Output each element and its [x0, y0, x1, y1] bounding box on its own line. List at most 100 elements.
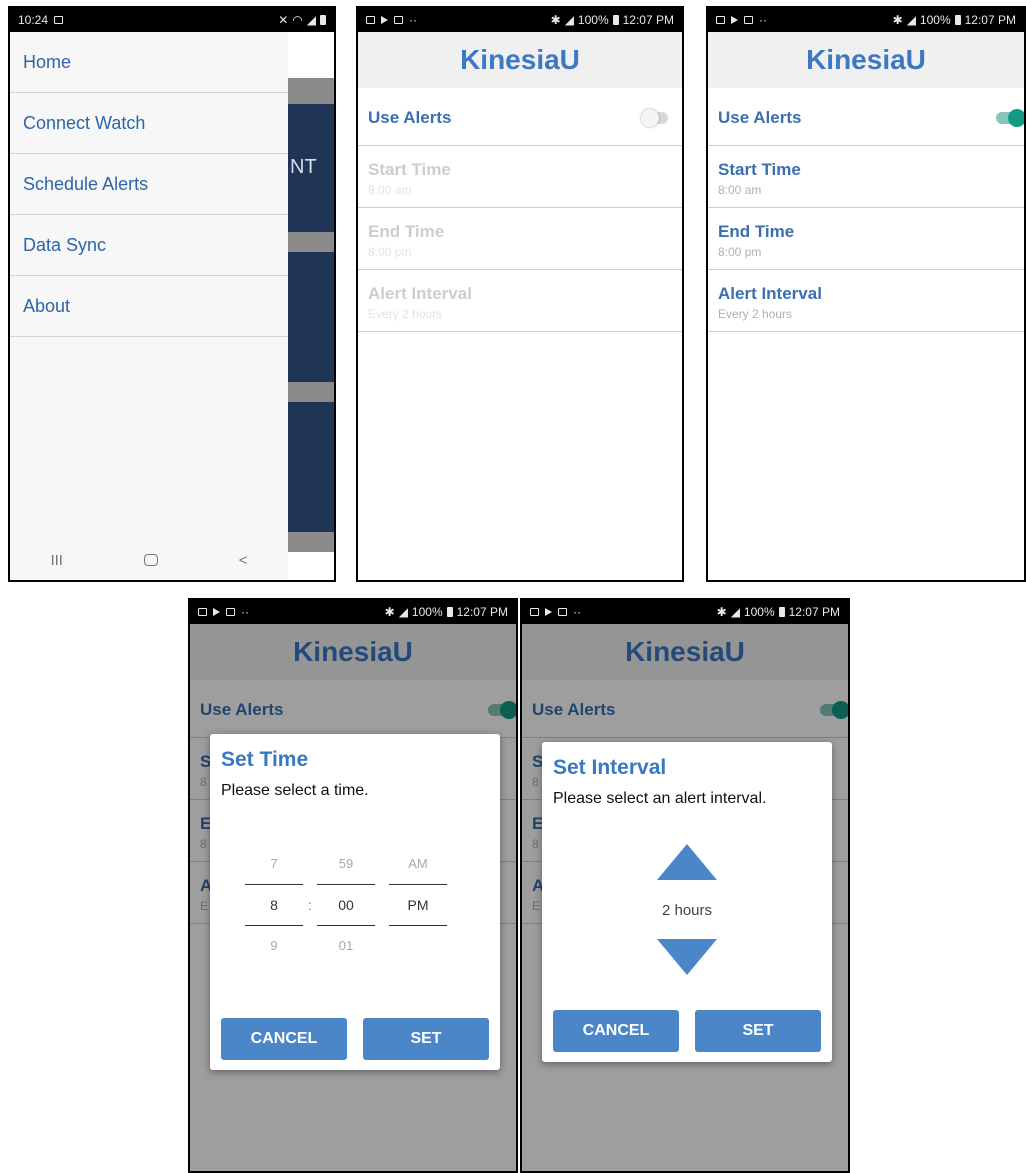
minute-prev[interactable]: 59 [316, 844, 376, 884]
gallery-icon [366, 16, 375, 24]
mail-icon [558, 608, 567, 616]
set-button[interactable]: SET [695, 1010, 821, 1052]
app-title: KinesiaU [358, 32, 682, 88]
start-time-label: Start Time [368, 160, 451, 179]
bluetooth-icon: ✱ [384, 605, 395, 619]
ampm-prev[interactable]: AM [388, 844, 448, 884]
phone-alerts-off: ·· ✱ ◢ 100% 12:07 PM KinesiaU Use Alerts… [356, 6, 684, 582]
settings-list: Use Alerts Start Time 8:00 am End Time 8… [708, 88, 1024, 332]
more-icon: ·· [573, 605, 581, 619]
alert-interval-label: Alert Interval [718, 284, 822, 303]
end-time-row[interactable]: End Time 8:00 pm [358, 208, 682, 270]
set-time-dialog: Set Time Please select a time. 7 8 9 : 5… [210, 734, 500, 1070]
menu-item-home[interactable]: Home [10, 32, 288, 93]
set-interval-dialog: Set Interval Please select an alert inte… [542, 742, 832, 1062]
signal-icon: ◢ [564, 13, 574, 27]
cancel-button[interactable]: CANCEL [221, 1018, 347, 1060]
status-bar: ·· ✱ ◢ 100% 12:07 PM [190, 600, 516, 624]
background-panel: NT [288, 104, 334, 232]
decrease-arrow-icon[interactable] [657, 939, 717, 975]
dialog-buttons: CANCEL SET [553, 1010, 821, 1052]
status-time: 12:07 PM [622, 13, 674, 27]
status-bar: ·· ✱ ◢ 100% 12:07 PM [358, 8, 682, 32]
system-nav-bar: III < [10, 538, 288, 580]
status-time: 12:07 PM [788, 605, 840, 619]
menu-item-connect-watch[interactable]: Connect Watch [10, 93, 288, 154]
start-time-value: 8:00 am [368, 183, 412, 197]
phone-nav-drawer: 10:24 ✕ ◠ ◢ NT Home Connect Watch Schedu… [8, 6, 336, 582]
more-icon: ·· [759, 13, 767, 27]
use-alerts-row[interactable]: Use Alerts [358, 88, 682, 146]
mute-icon: ✕ [278, 13, 289, 27]
bluetooth-icon: ✱ [550, 13, 561, 27]
background-panel [288, 232, 334, 252]
end-time-row[interactable]: End Time 8:00 pm [708, 208, 1024, 270]
minute-next[interactable]: 01 [316, 926, 376, 966]
signal-icon: ◢ [906, 13, 916, 27]
signal-icon: ◢ [398, 605, 408, 619]
battery-icon [778, 607, 785, 617]
alert-interval-value: Every 2 hours [718, 307, 793, 321]
set-button[interactable]: SET [363, 1018, 489, 1060]
interval-picker[interactable]: 2 hours [542, 844, 832, 975]
status-time: 12:07 PM [456, 605, 508, 619]
dialog-message: Please select a time. [221, 782, 369, 799]
nav-drawer: Home Connect Watch Schedule Alerts Data … [10, 32, 288, 580]
more-icon: ·· [241, 605, 249, 619]
increase-arrow-icon[interactable] [657, 844, 717, 880]
minute-picker[interactable]: 59 00 01 [316, 844, 376, 966]
notification-icon [54, 16, 64, 24]
end-time-label: End Time [718, 222, 795, 241]
dialog-buttons: CANCEL SET [221, 1018, 489, 1060]
play-icon [731, 16, 738, 24]
dialog-message: Please select an alert interval. [553, 790, 767, 807]
hour-picker[interactable]: 7 8 9 [244, 844, 304, 966]
hour-next[interactable]: 9 [244, 926, 304, 966]
start-time-label: Start Time [718, 160, 801, 179]
phone-alerts-on: ·· ✱ ◢ 100% 12:07 PM KinesiaU Use Alerts… [706, 6, 1026, 582]
status-time: 10:24 [18, 13, 49, 27]
battery-icon [446, 607, 453, 617]
background-text: NT [290, 156, 317, 178]
play-icon [545, 608, 552, 616]
use-alerts-label: Use Alerts [368, 108, 452, 127]
start-time-value: 8:00 am [718, 183, 762, 197]
minute-current[interactable]: 00 [316, 885, 376, 925]
back-button[interactable]: < [239, 552, 248, 569]
menu-item-about[interactable]: About [10, 276, 288, 337]
use-alerts-label: Use Alerts [718, 108, 802, 127]
menu-item-schedule-alerts[interactable]: Schedule Alerts [10, 154, 288, 215]
alert-interval-row[interactable]: Alert Interval Every 2 hours [708, 270, 1024, 332]
hour-current[interactable]: 8 [244, 885, 304, 925]
recent-apps-button[interactable]: III [50, 552, 63, 569]
ampm-picker[interactable]: AM PM [388, 844, 448, 926]
battery-percent: 100% [919, 13, 951, 27]
status-time: 12:07 PM [964, 13, 1016, 27]
use-alerts-toggle[interactable] [996, 109, 1024, 127]
start-time-row[interactable]: Start Time 8:00 am [708, 146, 1024, 208]
app-title: KinesiaU [708, 32, 1024, 88]
gallery-icon [716, 16, 725, 24]
mail-icon [226, 608, 235, 616]
signal-icon: ◢ [730, 605, 740, 619]
hour-prev[interactable]: 7 [244, 844, 304, 884]
play-icon [213, 608, 220, 616]
wifi-icon: ◠ [292, 13, 303, 27]
cancel-button[interactable]: CANCEL [553, 1010, 679, 1052]
use-alerts-toggle[interactable] [641, 109, 668, 127]
mail-icon [744, 16, 753, 24]
status-bar: ·· ✱ ◢ 100% 12:07 PM [708, 8, 1024, 32]
start-time-row[interactable]: Start Time 8:00 am [358, 146, 682, 208]
menu-item-data-sync[interactable]: Data Sync [10, 215, 288, 276]
background-panel [288, 252, 334, 382]
time-picker[interactable]: 7 8 9 : 59 00 01 AM PM [210, 844, 500, 964]
mail-icon [394, 16, 403, 24]
end-time-value: 8:00 pm [368, 245, 412, 259]
battery-icon [612, 15, 619, 25]
ampm-current[interactable]: PM [388, 885, 448, 925]
battery-icon [954, 15, 961, 25]
home-button[interactable] [143, 554, 158, 566]
interval-value: 2 hours [661, 902, 713, 919]
use-alerts-row[interactable]: Use Alerts [708, 88, 1024, 146]
alert-interval-row[interactable]: Alert Interval Every 2 hours [358, 270, 682, 332]
